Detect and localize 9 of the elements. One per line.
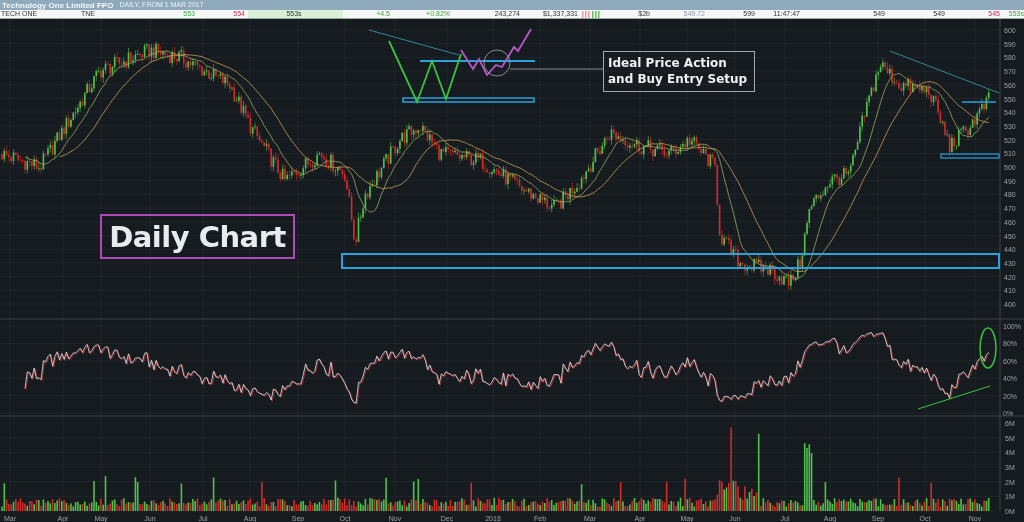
breakout-line <box>460 28 532 77</box>
callout-label: Ideal Price Action and Buy Entry Setup <box>603 51 755 92</box>
chart-title: Technology One Limited FPO <box>2 0 114 10</box>
chart-label: Daily Chart <box>100 214 295 259</box>
highlight-circle <box>483 49 511 77</box>
depth-bars-icon <box>582 10 600 18</box>
support-bar-rectangle <box>940 153 1000 159</box>
highlight-ellipse <box>979 327 997 369</box>
resistance-line <box>961 101 997 103</box>
